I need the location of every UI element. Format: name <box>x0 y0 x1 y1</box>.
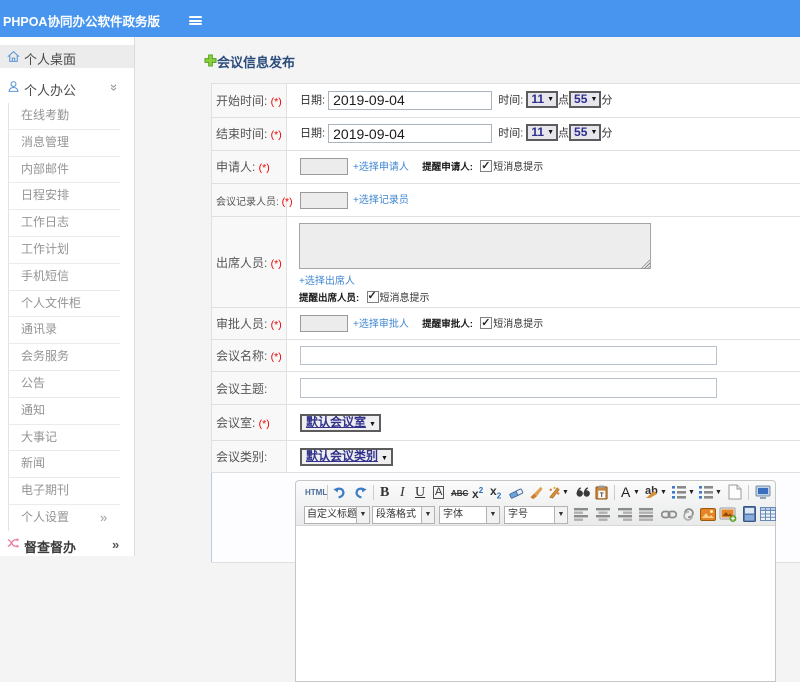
svg-text:T: T <box>600 492 604 499</box>
